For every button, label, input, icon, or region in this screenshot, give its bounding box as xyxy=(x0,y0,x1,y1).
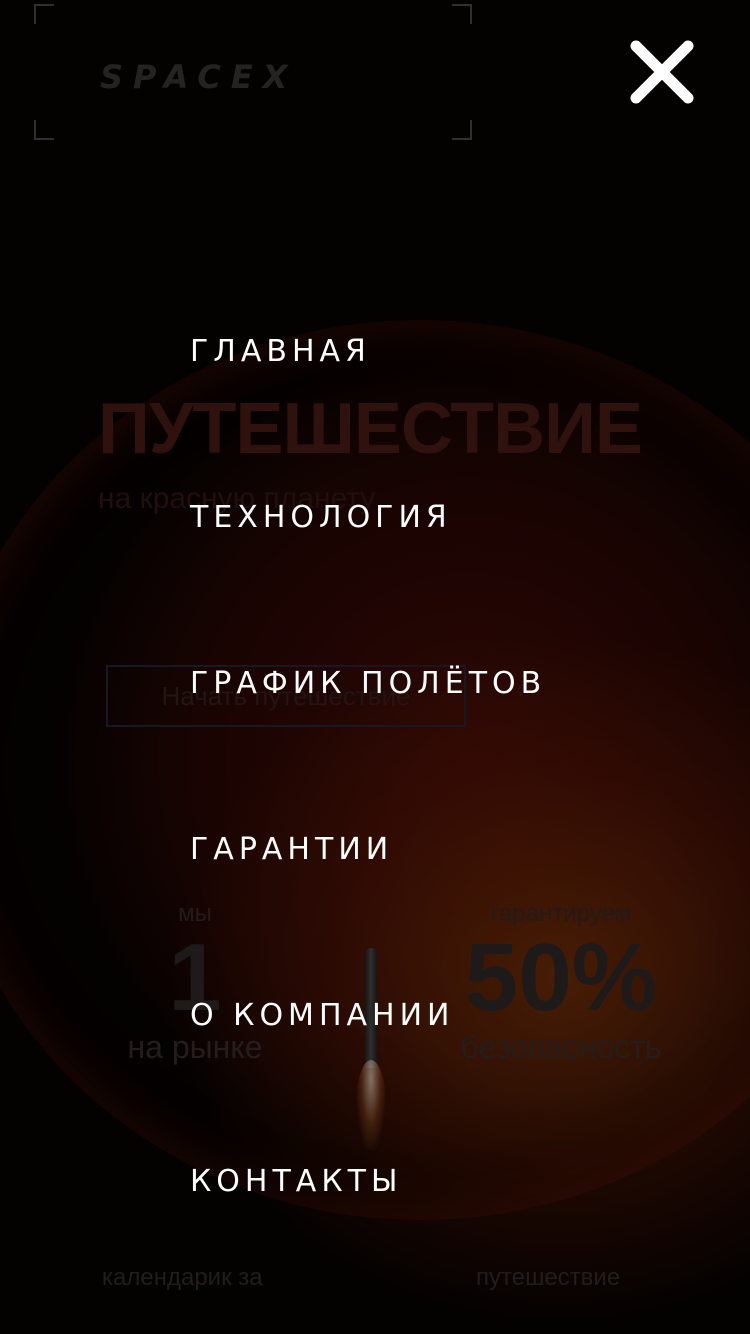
nav-item-technology[interactable]: ТЕХНОЛОГИЯ xyxy=(190,500,452,535)
page: SPACEX ПУТЕШЕСТВИЕ на красную планету На… xyxy=(0,0,750,1334)
nav-item-guarantees[interactable]: ГАРАНТИИ xyxy=(190,832,393,867)
main-nav: ГЛАВНАЯ ТЕХНОЛОГИЯ ГРАФИК ПОЛЁТОВ ГАРАНТ… xyxy=(190,0,710,1334)
nav-item-flight-schedule[interactable]: ГРАФИК ПОЛЁТОВ xyxy=(190,666,546,701)
nav-item-contacts[interactable]: КОНТАКТЫ xyxy=(190,1164,402,1199)
nav-item-about[interactable]: О КОМПАНИИ xyxy=(190,998,454,1033)
nav-item-home[interactable]: ГЛАВНАЯ xyxy=(190,334,371,369)
